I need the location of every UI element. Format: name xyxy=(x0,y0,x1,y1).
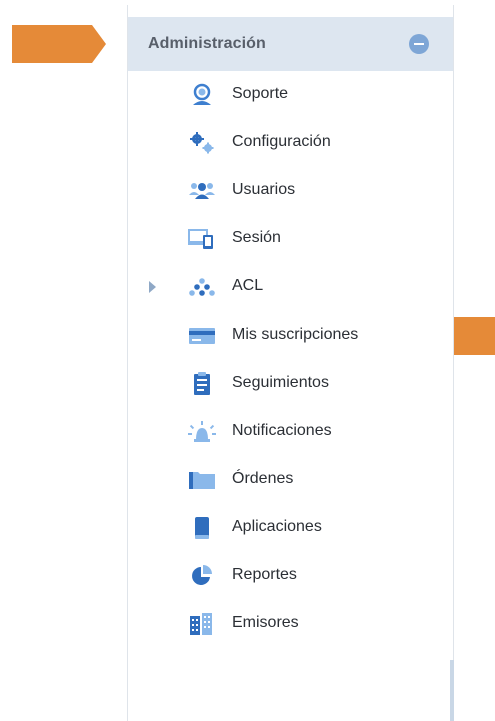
scrollbar-hint[interactable] xyxy=(450,660,454,721)
menu-item-label: Configuración xyxy=(232,133,331,150)
admin-sidebar-panel: Administración Soporte Configuración Usu… xyxy=(127,5,454,721)
menu-item-label: Notificaciones xyxy=(232,422,332,439)
menu-item-ordenes[interactable]: Órdenes xyxy=(128,460,453,500)
arrow-right-icon xyxy=(12,25,106,63)
menu-item-reportes[interactable]: Reportes xyxy=(128,556,453,596)
pie-chart-icon xyxy=(188,564,216,588)
gears-icon xyxy=(188,131,216,155)
menu-item-label: ACL xyxy=(232,277,264,294)
screenshot-stage: Administración Soporte Configuración Usu… xyxy=(0,0,495,721)
menu-item-acl[interactable]: ACL xyxy=(128,267,453,307)
minus-circle-icon[interactable] xyxy=(409,34,429,54)
mobile-icon xyxy=(188,516,216,540)
folder-icon xyxy=(188,468,216,492)
devices-icon xyxy=(188,227,216,251)
menu-item-seguimientos[interactable]: Seguimientos xyxy=(128,364,453,404)
menu-item-label: Usuarios xyxy=(232,181,296,198)
menu-item-label: Sesión xyxy=(232,229,281,246)
network-icon xyxy=(188,275,216,299)
menu-item-label: Seguimientos xyxy=(232,374,329,391)
clipboard-icon xyxy=(188,372,216,396)
menu-item-emisores[interactable]: Emisores xyxy=(128,604,453,644)
admin-section-title: Administración xyxy=(148,35,266,52)
menu-item-label: Soporte xyxy=(232,85,289,102)
buildings-icon xyxy=(188,612,216,636)
menu-item-aplicaciones[interactable]: Aplicaciones xyxy=(128,508,453,548)
menu-item-mis-suscripciones[interactable]: Mis suscripciones xyxy=(128,316,453,356)
menu-item-configuracion[interactable]: Configuración xyxy=(128,123,453,163)
credit-card-icon xyxy=(188,324,216,348)
menu-item-label: Mis suscripciones xyxy=(232,326,359,343)
menu-item-label: Aplicaciones xyxy=(232,518,322,535)
alarm-icon xyxy=(188,420,216,444)
users-icon xyxy=(188,179,216,203)
admin-section-header[interactable]: Administración xyxy=(128,17,453,71)
menu-item-label: Emisores xyxy=(232,614,299,631)
menu-item-sesion[interactable]: Sesión xyxy=(128,219,453,259)
menu-item-notificaciones[interactable]: Notificaciones xyxy=(128,412,453,452)
menu-item-usuarios[interactable]: Usuarios xyxy=(128,171,453,211)
menu-item-label: Órdenes xyxy=(232,470,294,487)
headset-icon xyxy=(188,83,216,107)
menu-item-label: Reportes xyxy=(232,566,297,583)
expand-arrow-icon[interactable] xyxy=(149,281,156,293)
menu-item-soporte[interactable]: Soporte xyxy=(128,75,453,115)
